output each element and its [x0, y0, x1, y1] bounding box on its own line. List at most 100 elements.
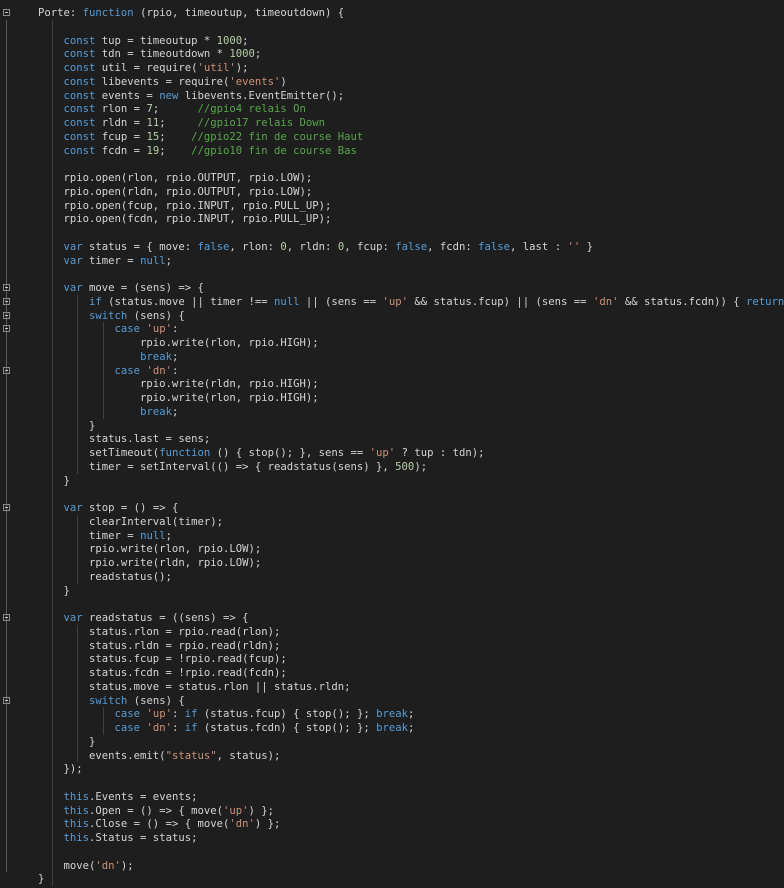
fold-toggle-icon[interactable] [3, 614, 10, 621]
code-line[interactable]: case 'up': [0, 322, 784, 336]
code-editor[interactable]: Porte: function (rpio, timeoutup, timeou… [0, 0, 784, 888]
code-line[interactable] [0, 226, 784, 240]
code-line[interactable]: rpio.write(rlon, rpio.LOW); [0, 542, 784, 556]
code-text: status.last = sens; [38, 432, 210, 446]
code-line[interactable] [0, 597, 784, 611]
code-line[interactable]: break; [0, 350, 784, 364]
code-text: status.rlon = rpio.read(rlon); [38, 625, 280, 639]
code-line[interactable]: move('dn'); [0, 859, 784, 873]
code-token: timer = setInterval(() => { readstatus(s… [38, 460, 396, 473]
code-line[interactable]: this.Open = () => { move('up') }; [0, 804, 784, 818]
code-token: rpio.open(rlon, rpio.OUTPUT, rpio.LOW); [38, 172, 313, 184]
code-text: rpio.open(fcup, rpio.INPUT, rpio.PULL_UP… [38, 199, 332, 213]
code-line[interactable]: readstatus(); [0, 570, 784, 584]
code-line[interactable]: rpio.write(rlon, rpio.HIGH); [0, 336, 784, 350]
code-token: case [114, 364, 141, 377]
code-token: ; [254, 48, 262, 61]
code-line[interactable] [0, 845, 784, 859]
code-text: } [38, 419, 95, 433]
code-line[interactable]: events.emit("status", status); [0, 749, 784, 763]
code-line[interactable]: rpio.open(rlon, rpio.OUTPUT, rpio.LOW); [0, 171, 784, 185]
fold-toggle-icon[interactable] [3, 504, 10, 511]
code-line[interactable]: case 'up': if (status.fcup) { stop(); };… [0, 707, 784, 721]
fold-toggle-icon[interactable] [3, 696, 10, 704]
code-token: libevents.EventEmitter(); [178, 89, 345, 102]
code-line[interactable] [0, 267, 784, 281]
fold-toggle-icon[interactable] [3, 9, 10, 16]
code-text: setTimeout(function () { stop(); }, sens… [38, 446, 484, 460]
code-token: //gpio17 relais Down [197, 117, 326, 129]
code-token: ); [235, 62, 249, 74]
code-line[interactable]: status.fcdn = !rpio.read(fcdn); [0, 666, 784, 680]
code-line[interactable]: switch (sens) { [0, 694, 784, 708]
code-line[interactable]: timer = setInterval(() => { readstatus(s… [0, 460, 784, 474]
code-line[interactable] [0, 487, 784, 501]
fold-toggle-icon[interactable] [3, 297, 10, 305]
code-line[interactable]: } [0, 735, 784, 749]
code-line[interactable]: this.Status = status; [0, 831, 784, 845]
code-line[interactable]: status.last = sens; [0, 432, 784, 446]
code-line[interactable]: this.Close = () => { move('dn') }; [0, 817, 784, 831]
code-line[interactable]: } [0, 872, 784, 886]
code-line[interactable]: var move = (sens) => { [0, 281, 784, 295]
code-line[interactable]: this.Events = events; [0, 790, 784, 804]
code-line[interactable]: var stop = () => { [0, 501, 784, 515]
code-line[interactable]: status.fcup = !rpio.read(fcup); [0, 652, 784, 666]
code-text: case 'up': [38, 322, 179, 336]
code-line[interactable]: const tdn = timeoutdown * 1000; [0, 47, 784, 61]
code-line[interactable]: timer = null; [0, 529, 784, 543]
code-line[interactable]: rpio.open(fcup, rpio.INPUT, rpio.PULL_UP… [0, 199, 784, 213]
code-line[interactable]: switch (sens) { [0, 309, 784, 323]
fold-toggle-icon[interactable] [3, 311, 10, 319]
code-text: readstatus(); [38, 570, 172, 584]
fold-toggle-icon[interactable] [3, 284, 10, 291]
code-line[interactable]: var status = { move: false, rlon: 0, rld… [0, 240, 784, 254]
code-text: var readstatus = ((sens) => { [38, 611, 249, 625]
code-line[interactable]: var timer = null; [0, 254, 784, 268]
code-line[interactable]: var readstatus = ((sens) => { [0, 611, 784, 625]
code-line[interactable]: const util = require('util'); [0, 61, 784, 75]
code-line[interactable]: const rlon = 7; //gpio4 relais On [0, 102, 784, 116]
code-line[interactable] [0, 20, 784, 34]
code-line[interactable]: clearInterval(timer); [0, 515, 784, 529]
code-line[interactable]: status.move = status.rlon || status.rldn… [0, 680, 784, 694]
code-line[interactable]: setTimeout(function () { stop(); }, sens… [0, 446, 784, 460]
code-token: stop = () => { [82, 502, 179, 514]
code-line[interactable]: case 'dn': [0, 364, 784, 378]
fold-toggle-icon[interactable] [3, 366, 10, 374]
code-line[interactable]: status.rldn = rpio.read(rldn); [0, 639, 784, 653]
code-line[interactable]: rpio.open(rldn, rpio.OUTPUT, rpio.LOW); [0, 185, 784, 199]
code-line[interactable] [0, 157, 784, 171]
code-line[interactable]: const fcdn = 19; //gpio10 fin de course … [0, 144, 784, 158]
code-line[interactable]: Porte: function (rpio, timeoutup, timeou… [0, 6, 784, 20]
code-line[interactable]: } [0, 474, 784, 488]
code-line[interactable]: case 'dn': if (status.fcdn) { stop(); };… [0, 721, 784, 735]
code-line[interactable]: rpio.write(rldn, rpio.HIGH); [0, 377, 784, 391]
code-line[interactable]: rpio.write(rldn, rpio.LOW); [0, 556, 784, 570]
code-token: ); [120, 859, 134, 872]
code-token: 'up' [146, 708, 172, 721]
code-line[interactable]: if (status.move || timer !== null || (se… [0, 295, 784, 309]
code-line[interactable]: const fcup = 15; //gpio22 fin de course … [0, 130, 784, 144]
code-line[interactable]: }); [0, 762, 784, 776]
code-line[interactable]: const tup = timeoutup * 1000; [0, 34, 784, 48]
code-token: readstatus = ((sens) => { [82, 612, 249, 624]
code-token: .Open = () => { move( [89, 804, 223, 817]
code-line[interactable]: } [0, 419, 784, 433]
code-line[interactable]: break; [0, 405, 784, 419]
code-line[interactable]: status.rlon = rpio.read(rlon); [0, 625, 784, 639]
code-line[interactable]: const rldn = 11; //gpio17 relais Down [0, 116, 784, 130]
code-line[interactable]: rpio.write(rlon, rpio.HIGH); [0, 391, 784, 405]
code-line[interactable]: const events = new libevents.EventEmitte… [0, 89, 784, 103]
code-line[interactable]: const libevents = require('events') [0, 75, 784, 89]
code-line[interactable]: rpio.open(fcdn, rpio.INPUT, rpio.PULL_UP… [0, 212, 784, 226]
code-line[interactable]: } [0, 584, 784, 598]
code-text: var move = (sens) => { [38, 281, 204, 295]
code-token: '' [567, 240, 581, 253]
fold-toggle-icon[interactable] [3, 325, 10, 333]
code-line[interactable] [0, 776, 784, 790]
code-token: , fcup: [344, 240, 396, 253]
